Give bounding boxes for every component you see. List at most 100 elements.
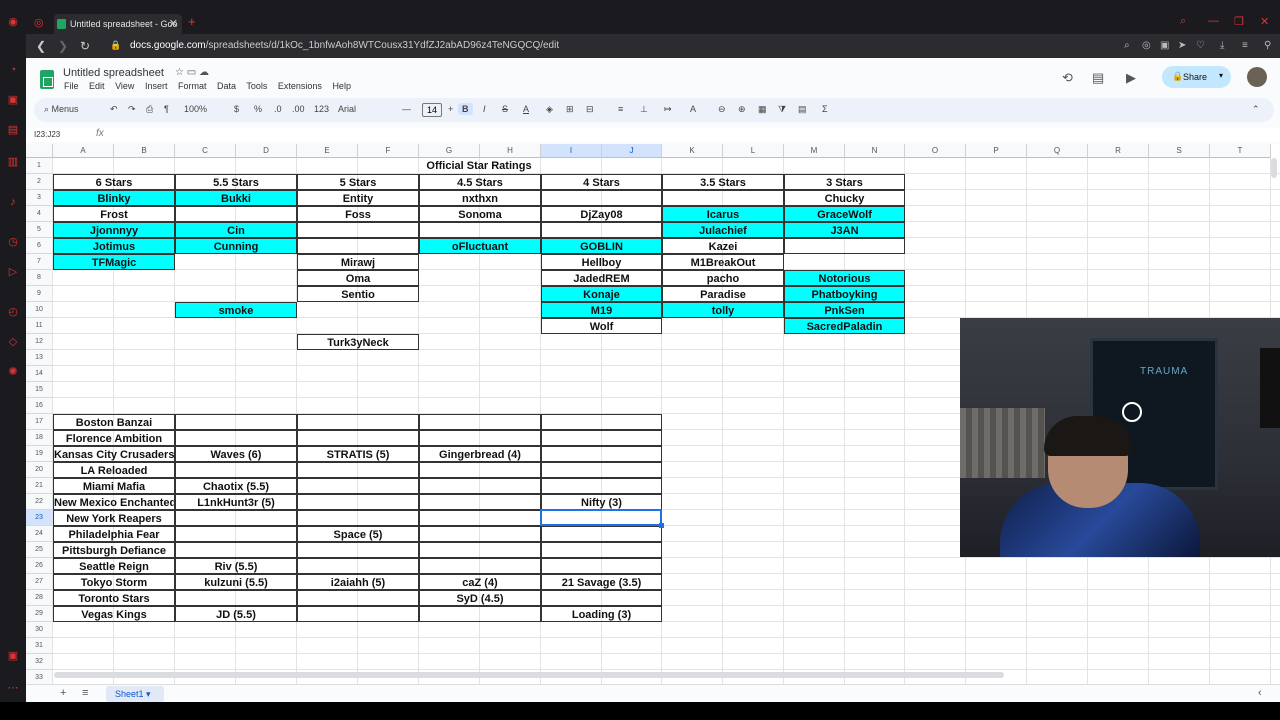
- row-header[interactable]: 8: [26, 270, 53, 286]
- column-header[interactable]: T: [1210, 144, 1271, 158]
- column-header[interactable]: K: [662, 144, 723, 158]
- star-cell[interactable]: Chucky: [784, 190, 905, 206]
- download-icon[interactable]: ⤓: [1220, 40, 1224, 51]
- column-header[interactable]: S: [1149, 144, 1210, 158]
- menu-help[interactable]: Help: [332, 81, 351, 91]
- team-player-cell[interactable]: [297, 430, 419, 446]
- sidebar-settings-icon[interactable]: ✺: [7, 366, 19, 378]
- reload-icon[interactable]: ↻: [80, 39, 90, 53]
- borders-icon[interactable]: ⊞: [566, 104, 574, 115]
- insert-link-icon[interactable]: ⊖: [718, 104, 726, 115]
- maximize-icon[interactable]: ❐: [1234, 15, 1244, 28]
- team-player-cell[interactable]: [419, 462, 541, 478]
- team-player-cell[interactable]: [297, 494, 419, 510]
- fill-handle[interactable]: [659, 523, 664, 528]
- row-header[interactable]: 24: [26, 526, 53, 542]
- more-formats-icon[interactable]: 123: [314, 104, 329, 114]
- row-header[interactable]: 17: [26, 414, 53, 430]
- print-icon[interactable]: ⎙: [146, 104, 153, 115]
- add-sheet-button[interactable]: +: [60, 687, 66, 699]
- team-player-cell[interactable]: [541, 414, 662, 430]
- star-cell[interactable]: [784, 238, 905, 254]
- column-header[interactable]: B: [114, 144, 175, 158]
- star-cell[interactable]: SacredPaladin: [784, 318, 905, 334]
- team-player-cell[interactable]: 21 Savage (3.5): [541, 574, 662, 590]
- star-cell[interactable]: Cunning: [175, 238, 297, 254]
- browser-tab[interactable]: Untitled spreadsheet - Goo ✕: [54, 14, 182, 34]
- team-name-cell[interactable]: Florence Ambition: [53, 430, 175, 446]
- team-player-cell[interactable]: [297, 606, 419, 622]
- text-rotation-icon[interactable]: A: [690, 104, 696, 114]
- row-header[interactable]: 31: [26, 638, 53, 654]
- row-header[interactable]: 27: [26, 574, 53, 590]
- sidebar-clock-icon[interactable]: ◷: [7, 236, 19, 248]
- team-player-cell[interactable]: [297, 462, 419, 478]
- star-cell[interactable]: Wolf: [541, 318, 662, 334]
- team-player-cell[interactable]: [541, 430, 662, 446]
- column-header[interactable]: D: [236, 144, 297, 158]
- team-player-cell[interactable]: SyD (4.5): [419, 590, 541, 606]
- row-header[interactable]: 10: [26, 302, 53, 318]
- star-cell[interactable]: oFluctuant: [419, 238, 541, 254]
- star-cell[interactable]: Icarus: [662, 206, 784, 222]
- star-cell[interactable]: Cin: [175, 222, 297, 238]
- row-header[interactable]: 23: [26, 510, 53, 526]
- team-player-cell[interactable]: [419, 414, 541, 430]
- opera-gx-icon[interactable]: ◎: [34, 16, 44, 29]
- team-name-cell[interactable]: Boston Banzai: [53, 414, 175, 430]
- row-header[interactable]: 1: [26, 158, 53, 174]
- sidebar-history-icon[interactable]: ◴: [7, 306, 19, 318]
- column-header[interactable]: L: [723, 144, 784, 158]
- bold-button[interactable]: B: [458, 103, 473, 115]
- snapshot-icon[interactable]: ▣: [1160, 40, 1169, 51]
- star-cell[interactable]: Blinky: [53, 190, 175, 206]
- star-cell[interactable]: Jotimus: [53, 238, 175, 254]
- row-header[interactable]: 9: [26, 286, 53, 302]
- opera-logo-icon[interactable]: ◉: [7, 16, 19, 28]
- team-name-cell[interactable]: New York Reapers: [53, 510, 175, 526]
- minimize-icon[interactable]: —: [1208, 15, 1219, 27]
- fill-color-icon[interactable]: ◈: [546, 104, 553, 115]
- vertical-scrollbar[interactable]: [1271, 158, 1277, 178]
- team-name-cell[interactable]: Pittsburgh Defiance: [53, 542, 175, 558]
- team-player-cell[interactable]: [175, 542, 297, 558]
- increase-decimal-icon[interactable]: .00: [292, 104, 305, 114]
- team-player-cell[interactable]: [541, 558, 662, 574]
- column-header[interactable]: A: [53, 144, 114, 158]
- star-cell[interactable]: GOBLIN: [541, 238, 662, 254]
- team-player-cell[interactable]: [419, 494, 541, 510]
- row-header[interactable]: 16: [26, 398, 53, 414]
- cell-selection[interactable]: [540, 509, 662, 526]
- menu-tools[interactable]: Tools: [246, 81, 267, 91]
- row-header[interactable]: 29: [26, 606, 53, 622]
- row-header[interactable]: 30: [26, 622, 53, 638]
- collapse-toolbar-icon[interactable]: ⌃: [1252, 104, 1260, 115]
- zoom-select[interactable]: 100%: [184, 104, 207, 114]
- team-player-cell[interactable]: L1nkHunt3r (5): [175, 494, 297, 510]
- team-name-cell[interactable]: Miami Mafia: [53, 478, 175, 494]
- all-sheets-button[interactable]: ≡: [82, 687, 88, 699]
- column-header[interactable]: G: [419, 144, 480, 158]
- search-menus-icon[interactable]: ⌕ Menus: [44, 104, 79, 115]
- team-player-cell[interactable]: [419, 526, 541, 542]
- italic-button[interactable]: I: [483, 104, 486, 114]
- star-cell[interactable]: Konaje: [541, 286, 662, 302]
- star-cell[interactable]: [175, 206, 297, 222]
- star-cell[interactable]: smoke: [175, 302, 297, 318]
- column-header[interactable]: M: [784, 144, 845, 158]
- star-cell[interactable]: Julachief: [662, 222, 784, 238]
- star-cell[interactable]: M1BreakOut: [662, 254, 784, 270]
- vertical-align-icon[interactable]: ⊥: [640, 104, 648, 115]
- star-cell[interactable]: J3AN: [784, 222, 905, 238]
- menu-extensions[interactable]: Extensions: [278, 81, 322, 91]
- undo-icon[interactable]: ↶: [110, 104, 118, 115]
- text-wrap-icon[interactable]: ↦: [664, 104, 672, 115]
- explore-icon[interactable]: ‹: [1258, 687, 1262, 699]
- search-icon[interactable]: ⌕: [1180, 15, 1186, 28]
- avatar[interactable]: [1247, 67, 1267, 87]
- team-player-cell[interactable]: [419, 478, 541, 494]
- sheets-logo-icon[interactable]: [40, 70, 54, 89]
- star-cell[interactable]: [541, 222, 662, 238]
- row-header[interactable]: 18: [26, 430, 53, 446]
- team-player-cell[interactable]: Space (5): [297, 526, 419, 542]
